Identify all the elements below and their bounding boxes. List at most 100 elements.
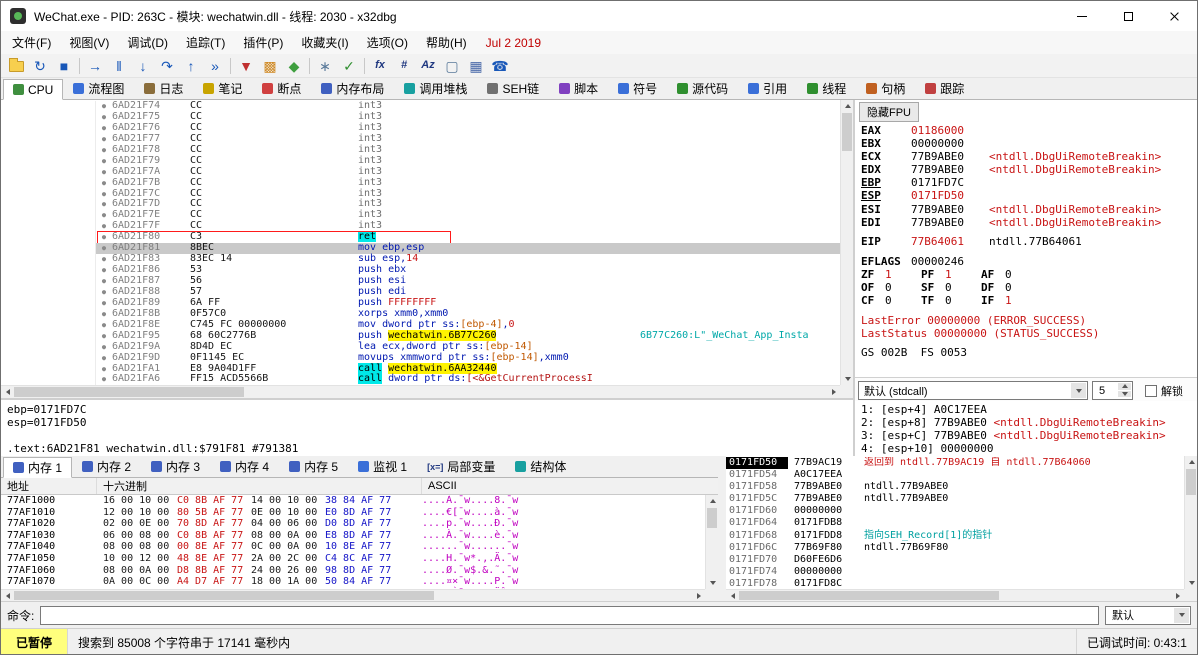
- tab-breakpoints[interactable]: 断点: [252, 78, 311, 99]
- register-row[interactable]: EFLAGS00000246: [861, 255, 1197, 268]
- argument-row[interactable]: 2: [esp+8] 77B9ABE0 <ntdll.DbgUiRemoteBr…: [861, 416, 1197, 429]
- hide-fpu-button[interactable]: 隐藏FPU: [859, 102, 919, 122]
- breakpoint-dot[interactable]: ●: [96, 199, 112, 210]
- calling-convention-select[interactable]: 默认 (stdcall): [858, 381, 1088, 400]
- restart-button[interactable]: ↻: [28, 55, 52, 77]
- breakpoint-dot[interactable]: ●: [96, 123, 112, 134]
- stack-row[interactable]: 0171FD54A0C17EEA: [726, 469, 1184, 481]
- minimize-button[interactable]: [1059, 1, 1105, 31]
- tab-log[interactable]: 日志: [134, 78, 193, 99]
- register-row[interactable]: ZF1PF1AF0: [861, 268, 1197, 281]
- tab-references[interactable]: 引用: [738, 78, 797, 99]
- assembler-button[interactable]: Az: [416, 55, 440, 77]
- menu-plugins[interactable]: 插件(P): [234, 31, 292, 54]
- open-file-button[interactable]: [4, 55, 28, 77]
- disasm-row[interactable]: ●6AD21FA6FF15 ACD5566Bcall dword ptr ds:…: [1, 374, 840, 385]
- stack-vertical-scrollbar[interactable]: [1184, 456, 1197, 589]
- tab-memory-map[interactable]: 内存布局: [311, 78, 394, 99]
- stack-horizontal-scrollbar[interactable]: [726, 589, 1184, 601]
- argument-count-stepper[interactable]: 5: [1092, 381, 1133, 400]
- patches-button[interactable]: ▩: [258, 55, 282, 77]
- tab-watch-1[interactable]: 监视 1: [348, 456, 417, 477]
- dump-row[interactable]: 77AF106008 00 0A 00D8 8B AF 7724 00 26 0…: [1, 565, 705, 577]
- disasm-horizontal-scrollbar[interactable]: [1, 385, 840, 398]
- hash-button[interactable]: #: [392, 55, 416, 77]
- breakpoint-dot[interactable]: ●: [96, 254, 112, 265]
- tab-memory-4[interactable]: 内存 4: [210, 456, 279, 477]
- breakpoint-dot[interactable]: ●: [96, 320, 112, 331]
- register-row[interactable]: OF0SF0DF0: [861, 281, 1197, 294]
- stack-row[interactable]: 0171FD5C77B9ABE0ntdll.77B9ABE0: [726, 493, 1184, 505]
- stack-row[interactable]: 0171FD70D60FE6D6: [726, 554, 1184, 566]
- command-input[interactable]: [40, 606, 1099, 625]
- menu-help[interactable]: 帮助(H): [417, 31, 476, 54]
- tab-struct[interactable]: 结构体: [505, 456, 576, 477]
- tab-handles[interactable]: 句柄: [856, 78, 915, 99]
- tab-memory-5[interactable]: 内存 5: [279, 456, 348, 477]
- register-row[interactable]: EBP0171FD7C: [861, 176, 1197, 189]
- breakpoint-dot[interactable]: ●: [96, 101, 112, 112]
- register-row[interactable]: EBX00000000: [861, 137, 1197, 150]
- scrollbar-thumb[interactable]: [1186, 469, 1196, 495]
- tab-symbols[interactable]: 符号: [608, 78, 667, 99]
- disasm-row[interactable]: ●6AD21F9D0F1145 ECmovups xmmword ptr ss:…: [1, 353, 840, 364]
- disasm-row[interactable]: ●6AD21F7BCCint3: [1, 178, 840, 189]
- stack-row[interactable]: 0171FD780171FD8C: [726, 578, 1184, 589]
- tab-script[interactable]: 脚本: [549, 78, 608, 99]
- dump-vertical-scrollbar[interactable]: [705, 495, 718, 589]
- tab-memory-2[interactable]: 内存 2: [72, 456, 141, 477]
- breakpoint-dot[interactable]: ●: [96, 210, 112, 221]
- register-row[interactable]: LastError 00000000 (ERROR_SUCCESS): [861, 314, 1197, 327]
- register-row[interactable]: EIP77B64061ntdll.77B64061: [861, 235, 1197, 248]
- menu-view[interactable]: 视图(V): [60, 31, 118, 54]
- breakpoint-dot[interactable]: ●: [96, 364, 112, 375]
- breakpoint-dot[interactable]: ●: [96, 221, 112, 232]
- breakpoint-dot[interactable]: ●: [96, 167, 112, 178]
- pane-splitter[interactable]: [718, 456, 726, 601]
- scrollbar-thumb[interactable]: [842, 113, 852, 151]
- tab-call-stack[interactable]: 调用堆栈: [394, 78, 477, 99]
- pause-button[interactable]: ‖: [107, 55, 131, 77]
- tab-graph[interactable]: 流程图: [63, 78, 134, 99]
- breakpoint-dot[interactable]: ●: [96, 287, 112, 298]
- scroll-right-button[interactable]: [1171, 590, 1184, 601]
- breakpoint-dot[interactable]: ●: [96, 331, 112, 342]
- scroll-left-button[interactable]: [1, 386, 14, 398]
- register-row[interactable]: EAX01186000: [861, 124, 1197, 137]
- disasm-vertical-scrollbar[interactable]: [840, 100, 853, 385]
- menu-favourites[interactable]: 收藏夹(I): [292, 31, 357, 54]
- scroll-left-button[interactable]: [726, 590, 739, 601]
- scrollbar-thumb[interactable]: [739, 591, 999, 600]
- dump-row[interactable]: 77AF105010 00 12 0048 8E AF 772A 00 2C 0…: [1, 553, 705, 565]
- breakpoint-dot[interactable]: ●: [96, 298, 112, 309]
- scroll-up-button[interactable]: [1185, 456, 1198, 468]
- memory-grid-button[interactable]: ▦: [464, 55, 488, 77]
- stack-row[interactable]: 0171FD640171FDB8: [726, 517, 1184, 529]
- dump-row[interactable]: 77AF101012 00 10 0080 5B AF 770E 00 10 0…: [1, 507, 705, 519]
- register-row[interactable]: ESI77B9ABE0<ntdll.DbgUiRemoteBreakin>: [861, 203, 1197, 216]
- run-button[interactable]: →: [83, 55, 107, 77]
- breakpoint-dot[interactable]: ●: [96, 374, 112, 385]
- register-row[interactable]: ESP0171FD50: [861, 189, 1197, 202]
- menu-trace[interactable]: 追踪(T): [177, 31, 234, 54]
- comment-button[interactable]: ◆: [282, 55, 306, 77]
- tab-threads[interactable]: 线程: [797, 78, 856, 99]
- chevron-down-icon[interactable]: [1174, 608, 1189, 623]
- stack-row[interactable]: 0171FD5877B9ABE0ntdll.77B9ABE0: [726, 481, 1184, 493]
- close-button[interactable]: [1151, 1, 1197, 31]
- breakpoint-dot[interactable]: ●: [96, 276, 112, 287]
- tab-cpu[interactable]: CPU: [3, 79, 63, 100]
- menu-debug[interactable]: 调试(D): [118, 31, 177, 54]
- stack-row[interactable]: 0171FD6000000000: [726, 505, 1184, 517]
- tab-memory-3[interactable]: 内存 3: [141, 456, 210, 477]
- breakpoint-dot[interactable]: ●: [96, 309, 112, 320]
- window-button[interactable]: ▢: [440, 55, 464, 77]
- stepper-up-icon[interactable]: [1118, 383, 1131, 390]
- breakpoint-dot[interactable]: ●: [96, 265, 112, 276]
- dump-row[interactable]: 77AF102002 00 0E 0070 8D AF 7704 00 06 0…: [1, 518, 705, 530]
- help-phone-button[interactable]: ☎: [488, 55, 512, 77]
- disasm-row[interactable]: ●6AD21F7ACCint3: [1, 167, 840, 178]
- scroll-right-button[interactable]: [692, 590, 705, 601]
- maximize-button[interactable]: [1105, 1, 1151, 31]
- breakpoint-dot[interactable]: ●: [96, 232, 112, 243]
